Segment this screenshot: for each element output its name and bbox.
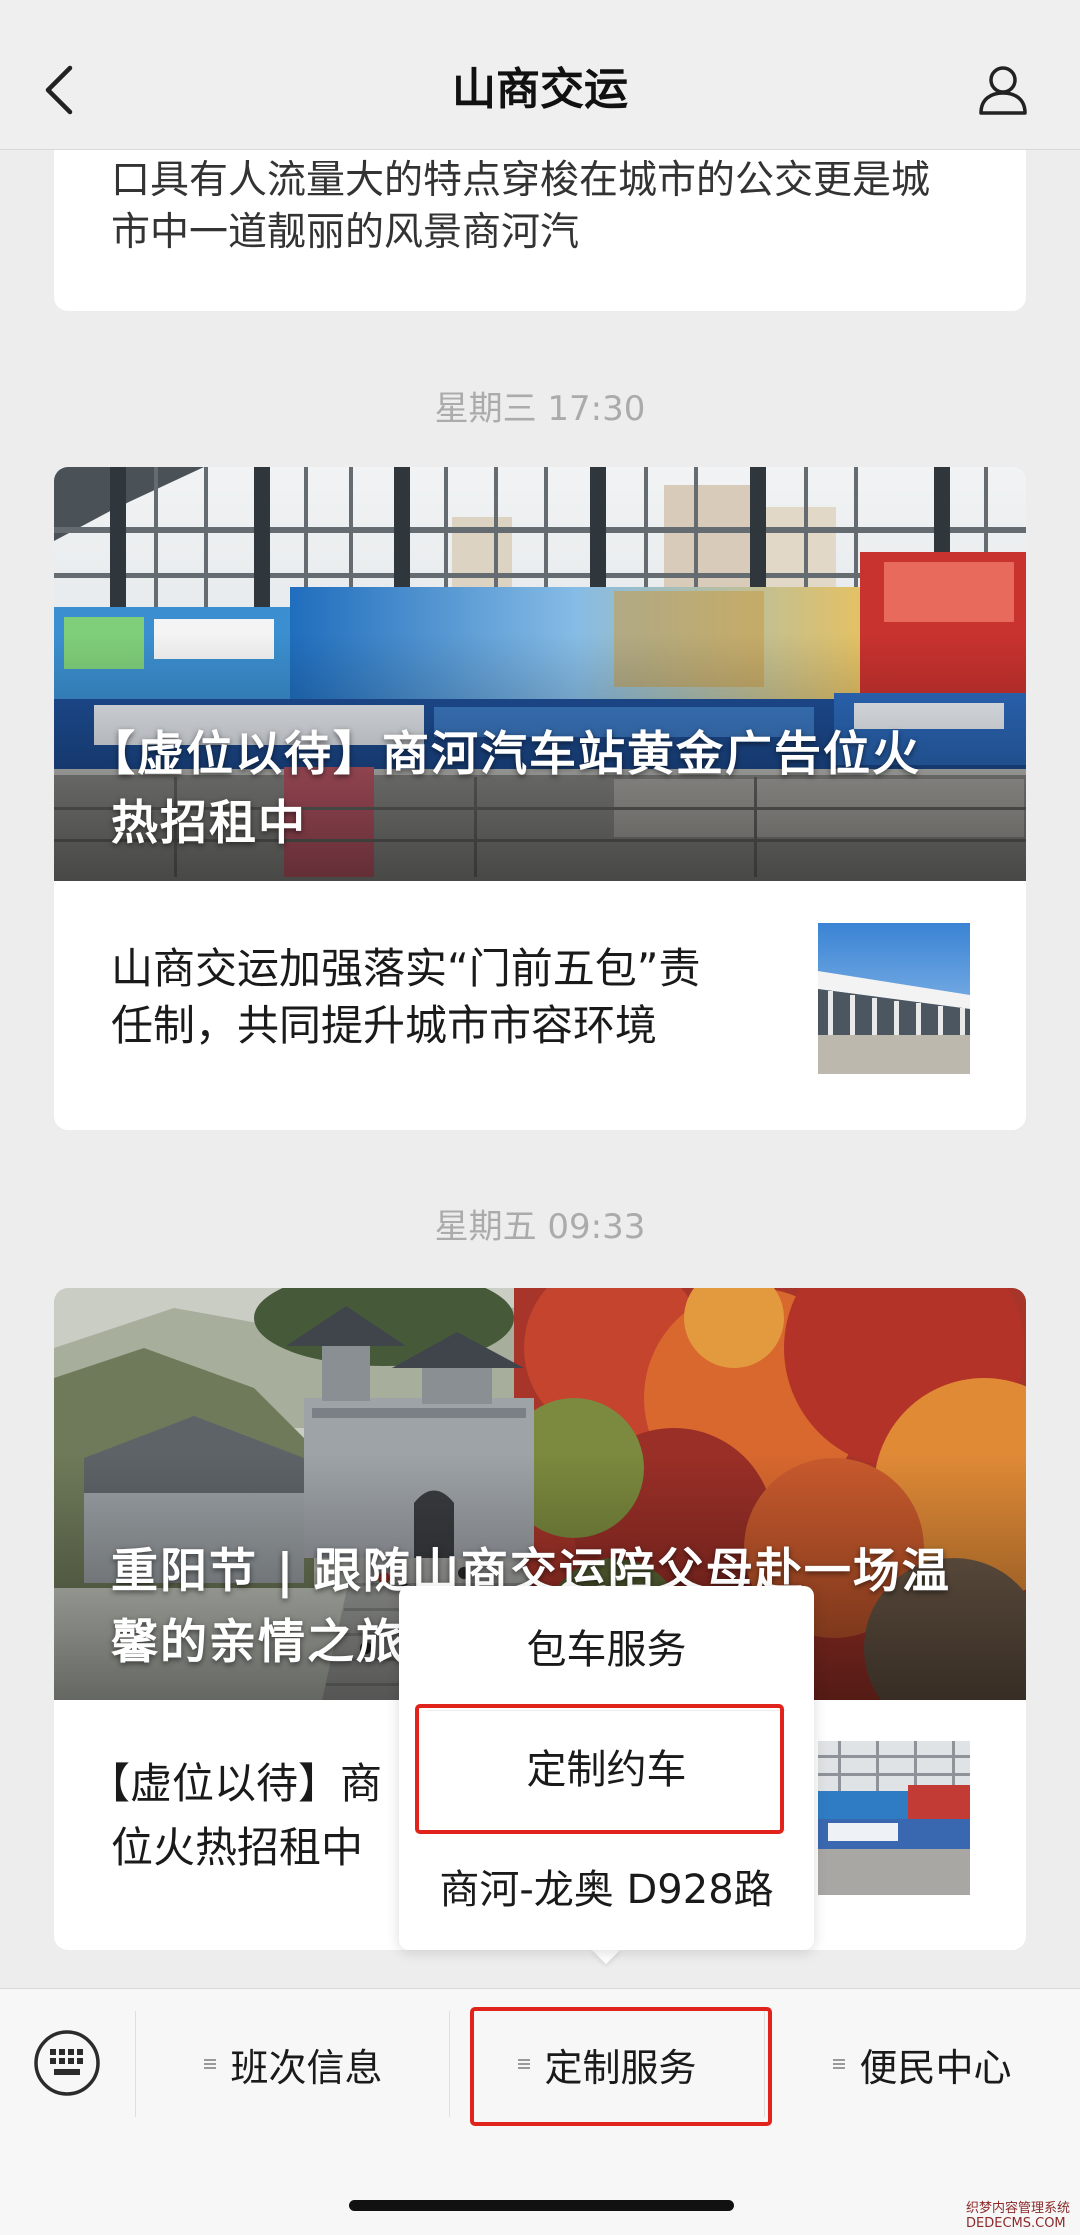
thumbnail-image	[818, 1741, 970, 1895]
menu-item-label: 便民中心	[859, 2045, 1012, 2090]
article-excerpt-line: 口具有人流量大的特点穿梭在城市的公交更是城	[111, 158, 931, 203]
sub-article-title-line: 【虚位以待】商	[88, 1759, 383, 1808]
menu-item-schedule-info[interactable]: 班次信息	[136, 1989, 451, 2139]
article-excerpt-line: 市中一道靓丽的风景商河汽	[111, 210, 580, 255]
keyboard-toggle-button[interactable]	[32, 2028, 102, 2098]
watermark-line: 织梦内容管理系统	[966, 2201, 1071, 2216]
hero-title-line: 馨的亲情之旅	[111, 1615, 405, 1670]
annotation-highlight-box	[415, 1704, 784, 1834]
sub-article[interactable]: 山商交运加强落实“门前五包”责 任制，共同提升城市市容环境	[54, 881, 1026, 1130]
message-timestamp: 星期三 17:30	[434, 389, 646, 429]
nav-header: 山商交运	[0, 0, 1080, 150]
watermark-line: DEDECMS.COM	[966, 2216, 1066, 2231]
popup-item-charter-service[interactable]: 包车服务	[399, 1590, 814, 1710]
hero-title-line: 【虚位以待】商河汽车站黄金广告位火	[88, 727, 921, 782]
page-title: 山商交运	[452, 64, 628, 115]
hero-article[interactable]: 【虚位以待】商河汽车站黄金广告位火 热招租中	[54, 467, 1026, 881]
sub-article-title-line: 任制，共同提升城市市容环境	[111, 1001, 658, 1050]
sub-article-title-line: 山商交运加强落实“门前五包”责	[111, 944, 701, 993]
menu-item-convenience-center[interactable]: 便民中心	[765, 1989, 1080, 2139]
person-icon	[979, 66, 1027, 115]
menu-item-label: 班次信息	[230, 2045, 383, 2090]
hero-title-line: 热招租中	[111, 796, 307, 851]
bottom-menu-bar: 班次信息 定制服务 便民中心	[0, 1988, 1080, 2235]
popup-menu: 包车服务 定制约车 商河-龙奥 D928路	[399, 1586, 814, 1950]
thumbnail-image	[818, 923, 970, 1074]
home-indicator	[349, 2200, 734, 2211]
popup-item-route-d928[interactable]: 商河-龙奥 D928路	[399, 1830, 814, 1950]
menu-lines-icon	[833, 2056, 847, 2072]
profile-button[interactable]	[976, 63, 1030, 117]
article-card: 【虚位以待】商河汽车站黄金广告位火 热招租中 山商交运加强落实“门前五包”责 任…	[54, 467, 1026, 1130]
message-timestamp: 星期五 09:33	[434, 1207, 646, 1247]
menu-lines-icon	[204, 2056, 218, 2072]
keyboard-icon	[34, 2030, 100, 2096]
sub-article-title-line: 位火热招租中	[111, 1823, 364, 1872]
watermark: 织梦内容管理系统 DEDECMS.COM	[966, 2201, 1070, 2231]
annotation-highlight-box	[470, 2007, 772, 2126]
